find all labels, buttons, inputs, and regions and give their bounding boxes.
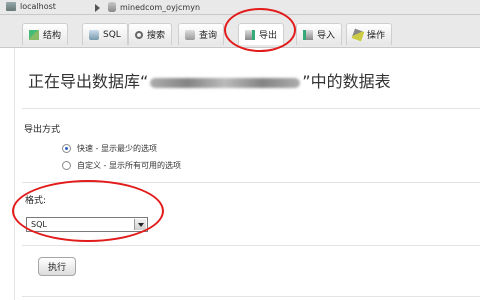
tab-query[interactable]: 查询 [178,23,225,45]
query-icon [185,29,195,40]
export-method-title: 导出方式 [24,125,61,135]
go-button[interactable]: 执行 [38,257,76,276]
annotation-circle-format [12,180,164,242]
database-label[interactable]: minedcom_oyjcmyn [120,3,200,12]
database-icon [108,2,116,12]
breadcrumb-server[interactable]: localhost [6,2,56,11]
redacted-database-name [150,77,301,88]
tab-structure-label: 结构 [43,31,62,41]
breadcrumb-separator-icon [95,4,100,12]
radio-quick-button[interactable] [62,144,71,153]
tab-operations[interactable]: 操作 [346,23,393,45]
radio-quick-label[interactable]: 快速 - 显示最少的选项 [77,143,157,154]
server-icon [6,2,16,11]
breadcrumb-database[interactable]: minedcom_oyjcmyn [108,2,200,12]
operations-icon [351,28,365,41]
page-title-prefix: 正在导出数据库“ [28,72,149,91]
radio-custom[interactable]: 自定义 - 显示所有可用的选项 [62,160,181,171]
structure-icon [29,29,39,40]
tab-query-label: 查询 [199,31,218,41]
search-icon [135,30,143,39]
divider [22,245,480,246]
tab-search[interactable]: 搜索 [128,23,173,45]
page-title: 正在导出数据库“ ”中的数据表 [28,68,391,92]
tab-sql[interactable]: SQL [82,23,128,45]
tab-structure[interactable]: 结构 [22,23,69,45]
tab-import[interactable]: 导入 [296,23,343,45]
divider [22,296,480,297]
tab-sql-label: SQL [103,29,121,40]
radio-quick[interactable]: 快速 - 显示最少的选项 [62,143,157,154]
tab-operations-label: 操作 [367,31,386,41]
page-title-suffix: ”中的数据表 [302,72,391,91]
divider [22,108,480,109]
tab-import-label: 导入 [317,31,336,41]
tab-search-label: 搜索 [147,31,166,41]
server-label[interactable]: localhost [20,2,56,11]
radio-custom-label[interactable]: 自定义 - 显示所有可用的选项 [77,160,181,171]
content-border [14,48,15,300]
sql-icon [89,29,99,40]
radio-custom-button[interactable] [62,161,71,170]
import-icon [303,29,313,40]
annotation-circle-export-tab [224,8,296,52]
